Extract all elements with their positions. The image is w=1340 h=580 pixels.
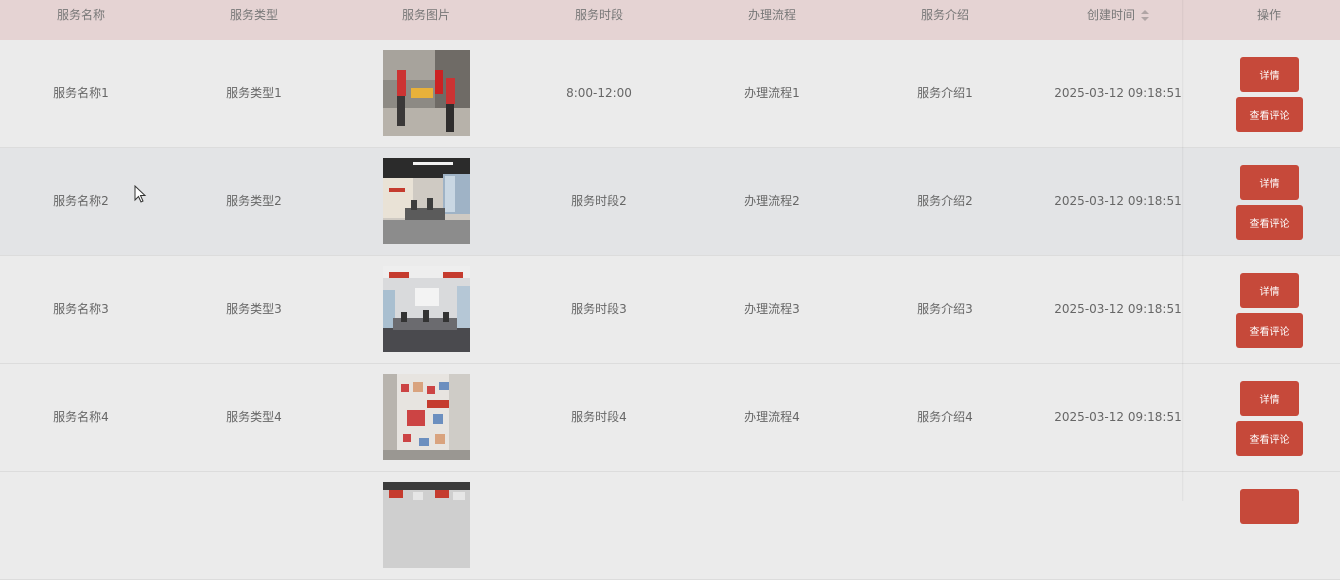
mouse-pointer-icon [134, 185, 147, 203]
detail-button[interactable]: 详情 [1240, 273, 1299, 308]
header-service-intro: 服务介绍 [920, 8, 970, 22]
table-row: 服务名称3 服务类型3 服务时段3 办理流程3 服务介绍3 2025-03-12… [0, 256, 1340, 364]
cell-service-intro: 服务介绍2 [917, 194, 973, 208]
cell-service-name: 服务名称4 [53, 410, 109, 424]
service-image-photo [383, 374, 470, 460]
table-row: 服务名称1 服务类型1 8:00-12:00 办理流程1 服务介绍1 2025-… [0, 40, 1340, 148]
header-actions: 操作 [1256, 8, 1282, 22]
service-image-photo [383, 50, 470, 136]
view-reviews-button[interactable]: 查看评论 [1236, 205, 1303, 240]
service-image[interactable] [383, 50, 470, 136]
service-image[interactable] [383, 482, 470, 568]
detail-button[interactable]: 详情 [1240, 381, 1299, 416]
header-service-image: 服务图片 [401, 8, 451, 22]
cell-process: 办理流程1 [744, 86, 800, 100]
cell-service-name: 服务名称1 [53, 86, 109, 100]
cell-process: 办理流程3 [744, 302, 800, 316]
cell-service-type: 服务类型2 [226, 194, 282, 208]
table-row: 服务名称4 服务类型4 服务时段4 办理流程4 服务介绍4 2025-03-12… [0, 364, 1340, 472]
header-service-time: 服务时段 [574, 8, 624, 22]
detail-button[interactable]: 详情 [1240, 57, 1299, 92]
fixed-column-divider [1182, 0, 1184, 501]
service-image-photo [383, 266, 470, 352]
service-image[interactable] [383, 266, 470, 352]
service-table: 服务名称 服务类型 服务图片 服务时段 办理流程 服务介绍 创建时间 操作 服务… [0, 0, 1340, 580]
service-image-photo [383, 158, 470, 244]
table-row [0, 472, 1340, 580]
cell-service-time: 服务时段2 [571, 194, 627, 208]
table-header: 服务名称 服务类型 服务图片 服务时段 办理流程 服务介绍 创建时间 操作 [0, 0, 1340, 40]
detail-button[interactable]: 详情 [1240, 165, 1299, 200]
cell-service-intro: 服务介绍3 [917, 302, 973, 316]
cell-service-time: 8:00-12:00 [566, 86, 632, 100]
cell-service-type: 服务类型3 [226, 302, 282, 316]
header-service-name: 服务名称 [56, 8, 106, 22]
cell-created-time: 2025-03-12 09:18:51 [1054, 302, 1182, 316]
cell-service-intro: 服务介绍1 [917, 86, 973, 100]
service-image[interactable] [383, 374, 470, 460]
cell-service-type: 服务类型1 [226, 86, 282, 100]
header-created-time-label: 创建时间 [1086, 8, 1136, 22]
cell-process: 办理流程2 [744, 194, 800, 208]
cell-process: 办理流程4 [744, 410, 800, 424]
view-reviews-button[interactable]: 查看评论 [1236, 421, 1303, 456]
service-image-photo [383, 482, 470, 568]
cell-service-name: 服务名称2 [53, 194, 109, 208]
sort-caret-icon[interactable] [1141, 9, 1150, 22]
header-process: 办理流程 [747, 8, 797, 22]
header-service-type: 服务类型 [229, 8, 279, 22]
cell-service-intro: 服务介绍4 [917, 410, 973, 424]
cell-created-time: 2025-03-12 09:18:51 [1054, 86, 1182, 100]
view-reviews-button[interactable]: 查看评论 [1236, 97, 1303, 132]
view-reviews-button[interactable]: 查看评论 [1236, 313, 1303, 348]
cell-service-time: 服务时段4 [571, 410, 627, 424]
service-image[interactable] [383, 158, 470, 244]
detail-button[interactable] [1240, 489, 1299, 524]
cell-service-name: 服务名称3 [53, 302, 109, 316]
cell-created-time: 2025-03-12 09:18:51 [1054, 194, 1182, 208]
cell-service-type: 服务类型4 [226, 410, 282, 424]
header-created-time[interactable]: 创建时间 [1086, 0, 1150, 30]
table-row: 服务名称2 服务类型2 服务时段2 办理流程2 服务介绍2 2025-03-12… [0, 148, 1340, 256]
cell-created-time: 2025-03-12 09:18:51 [1054, 410, 1182, 424]
cell-service-time: 服务时段3 [571, 302, 627, 316]
